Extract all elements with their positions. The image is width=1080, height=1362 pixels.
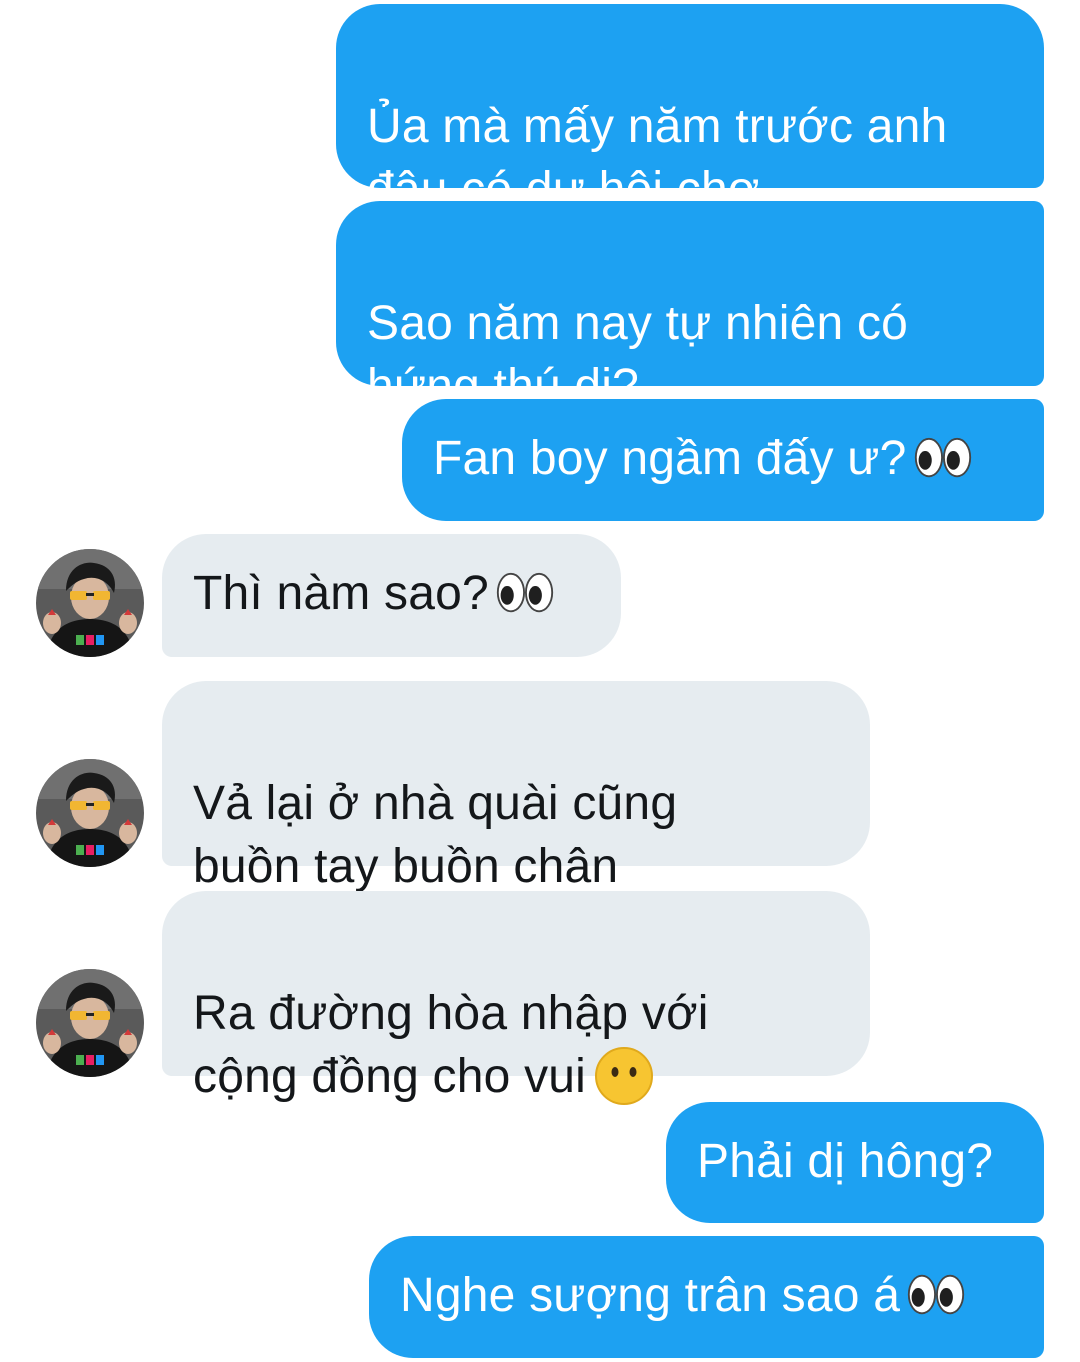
no-mouth-face-icon bbox=[595, 1047, 654, 1105]
incoming-message[interactable]: Ra đường hòa nhập với cộng đồng cho vui bbox=[162, 891, 870, 1105]
outgoing-message[interactable]: Fan boy ngầm đấy ư? bbox=[402, 399, 1044, 521]
message-text: Sao năm nay tự nhiên có hứng thú dị? bbox=[367, 297, 909, 413]
outgoing-message[interactable]: Ủa mà mấy năm trước anh đâu có dự hội ch… bbox=[336, 4, 1044, 216]
contact-avatar-icon[interactable] bbox=[36, 549, 144, 657]
message-text: Phải dị hông? bbox=[697, 1135, 994, 1188]
incoming-message[interactable]: Thì nàm sao? bbox=[162, 534, 621, 657]
message-text: Thì nàm sao? bbox=[193, 567, 489, 620]
outgoing-message[interactable]: Phải dị hông? bbox=[666, 1102, 1044, 1223]
message-text: Ủa mà mấy năm trước anh đâu có dự hội ch… bbox=[367, 100, 948, 216]
eyes-icon bbox=[495, 570, 555, 615]
message-text: Fan boy ngầm đấy ư? bbox=[433, 432, 907, 485]
message-text: Nghe sượng trân sao á bbox=[400, 1269, 901, 1322]
message-text: Vả lại ở nhà quài cũng buồn tay buồn châ… bbox=[193, 777, 678, 893]
contact-avatar-icon[interactable] bbox=[36, 969, 144, 1077]
contact-avatar-icon[interactable] bbox=[36, 759, 144, 867]
outgoing-message[interactable]: Nghe sượng trân sao á bbox=[369, 1236, 1044, 1358]
incoming-message[interactable]: Vả lại ở nhà quài cũng buồn tay buồn châ… bbox=[162, 681, 870, 893]
eyes-icon bbox=[906, 1272, 966, 1317]
outgoing-message[interactable]: Sao năm nay tự nhiên có hứng thú dị? bbox=[336, 201, 1044, 413]
eyes-icon bbox=[913, 435, 973, 480]
chat-screen: { "conversation": { "messages": [ {"send… bbox=[0, 0, 1080, 1362]
